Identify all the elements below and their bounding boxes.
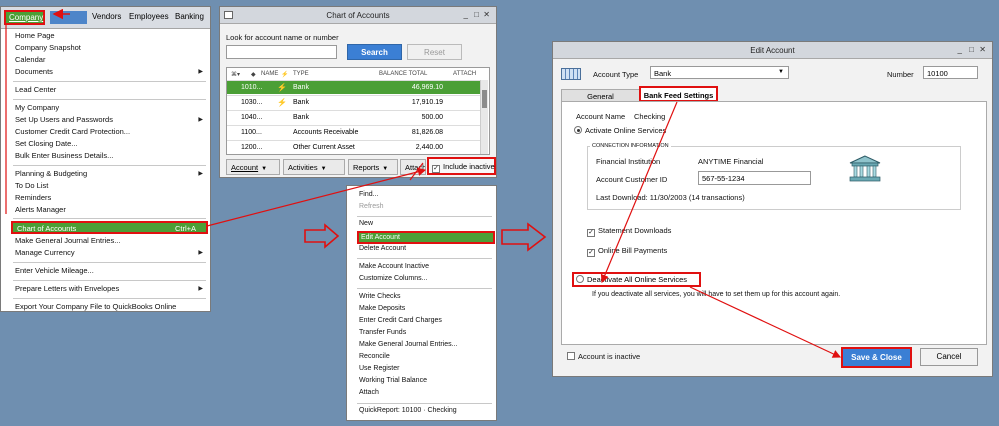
arrow: [600, 101, 678, 284]
arrow: [689, 286, 842, 358]
arrow: [206, 167, 427, 227]
annotation-arrows: [5, 8, 842, 358]
next-step-arrow: [304, 223, 340, 249]
next-step-arrow: [501, 222, 547, 252]
